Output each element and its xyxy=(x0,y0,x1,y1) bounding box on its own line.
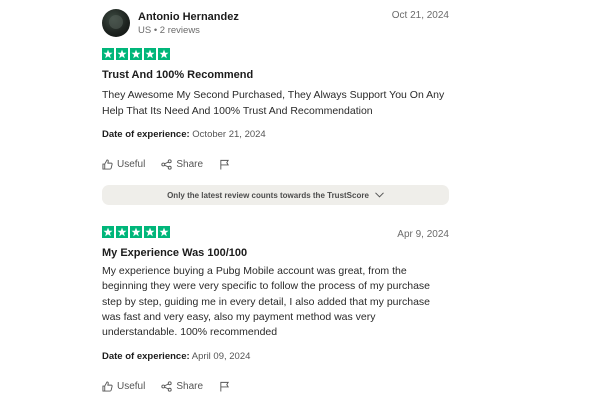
thumbs-up-icon xyxy=(102,159,113,170)
share-icon xyxy=(161,159,172,170)
review-title: Trust And 100% Recommend xyxy=(102,69,254,81)
experience-date-value: April 09, 2024 xyxy=(191,351,251,363)
review-card: Apr 9, 2024 My Experience Was 100/100 My… xyxy=(102,226,449,392)
star-icon xyxy=(130,226,142,238)
useful-button[interactable]: Useful xyxy=(102,159,145,170)
flag-icon xyxy=(220,159,230,170)
review-body: My experience buying a Pubg Mobile accou… xyxy=(102,265,431,339)
experience-label: Date of experience: xyxy=(102,351,190,363)
review-date: Apr 9, 2024 xyxy=(397,229,449,240)
review-actions: Useful Share xyxy=(102,159,449,170)
review-actions: Useful Share xyxy=(102,381,449,392)
thumbs-up-icon xyxy=(102,381,113,393)
report-button[interactable] xyxy=(219,381,234,393)
flag-icon xyxy=(220,382,230,393)
experience-date: Date of experience: October 21, 2024 xyxy=(102,129,449,140)
review-date: Oct 21, 2024 xyxy=(391,10,449,21)
trustscore-notice[interactable]: Only the latest review counts towards th… xyxy=(102,185,449,205)
chevron-down-icon xyxy=(375,192,384,198)
star-icon xyxy=(144,48,156,60)
review-title: My Experience Was 100/100 xyxy=(102,247,248,259)
share-label: Share xyxy=(176,381,204,393)
useful-label: Useful xyxy=(117,381,146,393)
avatar[interactable] xyxy=(102,9,130,37)
star-icon xyxy=(102,48,114,60)
star-icon xyxy=(158,226,170,238)
useful-button[interactable]: Useful xyxy=(102,381,145,392)
share-button[interactable]: Share xyxy=(161,381,203,392)
experience-label: Date of experience: xyxy=(102,129,190,140)
star-icon xyxy=(116,48,128,60)
report-button[interactable] xyxy=(219,159,234,170)
share-button[interactable]: Share xyxy=(161,159,203,170)
star-icon xyxy=(158,48,170,60)
useful-label: Useful xyxy=(117,159,146,170)
star-rating xyxy=(102,48,449,60)
review-card: Antonio Hernandez US • 2 reviews Oct 21,… xyxy=(102,6,449,170)
star-icon xyxy=(102,226,114,238)
reviewer-meta: US • 2 reviews xyxy=(138,24,200,36)
star-icon xyxy=(116,226,128,238)
share-icon xyxy=(161,381,172,393)
experience-date-value: October 21, 2024 xyxy=(192,129,266,140)
review-body: They Awesome My Second Purchased, They A… xyxy=(102,89,445,117)
share-label: Share xyxy=(176,159,204,170)
star-icon xyxy=(144,226,156,238)
star-icon xyxy=(130,48,142,60)
experience-date: Date of experience: April 09, 2024 xyxy=(102,351,449,362)
trustscore-notice-text: Only the latest review counts towards th… xyxy=(167,190,369,200)
